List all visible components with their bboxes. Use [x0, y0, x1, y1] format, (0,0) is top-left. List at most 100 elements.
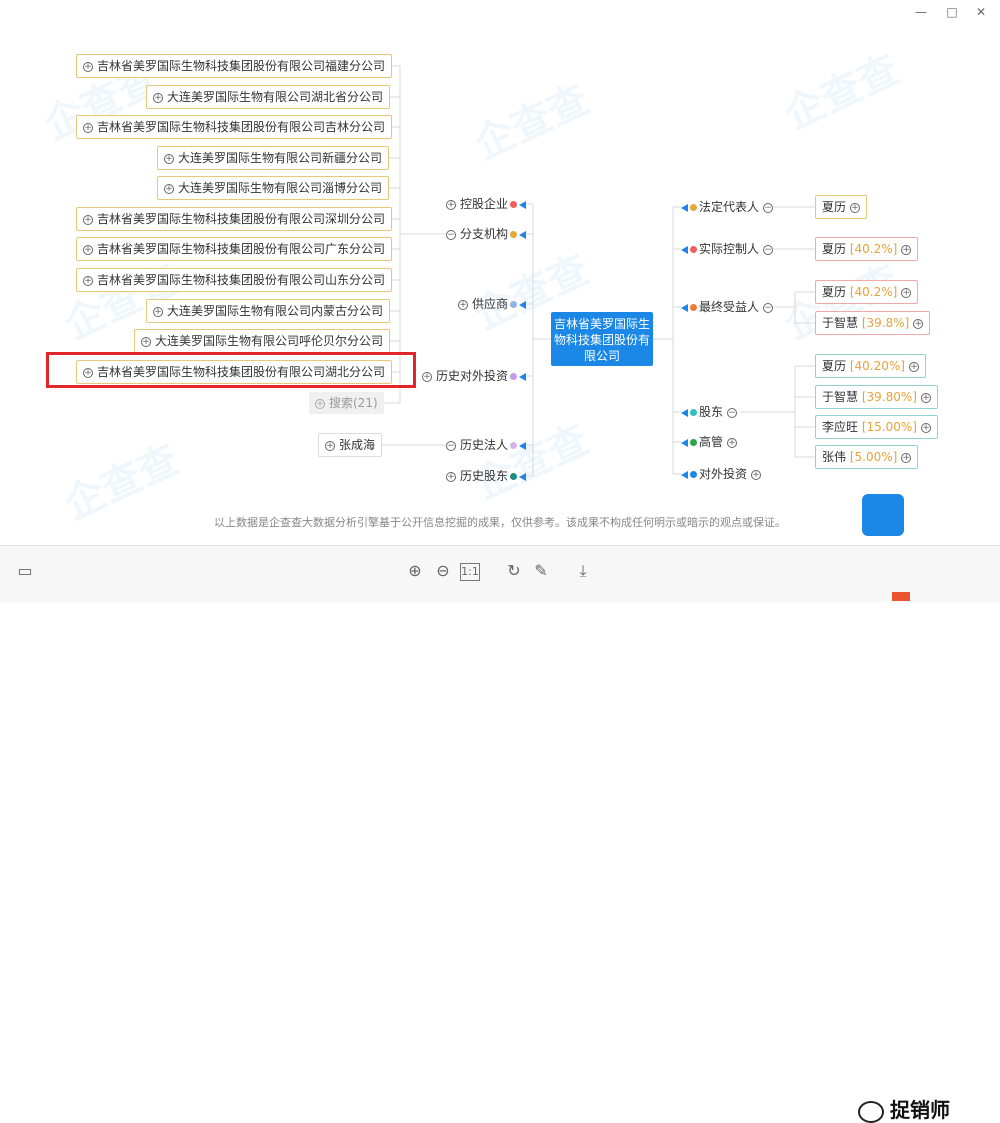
branch-node[interactable]: + 大连美罗国际生物有限公司新疆分公司	[157, 146, 390, 170]
arrow-left-icon	[681, 408, 688, 417]
category-supplier[interactable]: + 供应商	[458, 294, 527, 314]
expand-icon[interactable]: +	[164, 153, 174, 164]
beneficiary-node[interactable]: 夏历 [40.2%] +	[815, 280, 919, 304]
refresh-icon[interactable]: ↻	[503, 560, 525, 582]
panel-toggle-icon[interactable]: ▭	[14, 560, 36, 582]
dot-icon	[690, 471, 697, 478]
category-history-shareholder[interactable]: + 历史股东	[446, 466, 527, 486]
arrow-left-icon	[681, 470, 688, 479]
expand-icon[interactable]: +	[913, 318, 924, 329]
branch-node[interactable]: + 吉林省美罗国际生物科技集团股份有限公司吉林分公司	[76, 115, 393, 139]
arrow-left-icon	[519, 472, 527, 481]
category-executives[interactable]: 高管 +	[681, 432, 738, 452]
collapse-icon[interactable]: −	[763, 202, 774, 213]
expand-icon[interactable]: +	[901, 452, 912, 463]
category-holding[interactable]: + 控股企业	[446, 194, 527, 214]
zoom-in-icon[interactable]: ⊕	[404, 560, 426, 582]
shareholder-node[interactable]: 李应旺 [15.00%] +	[815, 415, 938, 439]
expand-icon[interactable]: +	[422, 371, 432, 382]
branch-node[interactable]: + 大连美罗国际生物有限公司呼伦贝尔分公司	[134, 329, 391, 353]
category-shareholder[interactable]: 股东 −	[681, 402, 738, 422]
dot-icon	[510, 201, 518, 208]
expand-icon[interactable]: +	[920, 392, 931, 403]
dot-icon	[510, 442, 518, 449]
arrow-left-icon	[519, 200, 527, 209]
dot-icon	[690, 304, 697, 311]
dot-icon	[510, 373, 518, 380]
expand-icon[interactable]: +	[901, 287, 912, 298]
expand-icon[interactable]: +	[920, 422, 931, 433]
dot-icon	[690, 409, 697, 416]
collapse-icon[interactable]: −	[727, 407, 738, 418]
expand-icon[interactable]: +	[446, 471, 456, 482]
expand-icon[interactable]: +	[83, 122, 93, 133]
legal-rep-node[interactable]: 夏历 +	[815, 195, 868, 219]
branch-node[interactable]: + 吉林省美罗国际生物科技集团股份有限公司深圳分公司	[76, 207, 393, 231]
category-branch[interactable]: − 分支机构	[446, 224, 527, 244]
wechat-icon	[858, 1100, 884, 1123]
arrow-left-icon	[681, 438, 688, 447]
collapse-icon[interactable]: −	[763, 244, 774, 255]
shareholder-node[interactable]: 夏历 [40.20%] +	[815, 354, 926, 378]
controller-node[interactable]: 夏历 [40.2%] +	[815, 237, 919, 261]
expand-icon[interactable]: +	[153, 92, 163, 103]
category-history-legal[interactable]: − 历史法人	[446, 435, 527, 455]
dot-icon	[510, 301, 518, 308]
expand-icon[interactable]: +	[850, 202, 861, 213]
center-company-node[interactable]: 吉林省美罗国际生物科技集团股份有限公司	[551, 312, 653, 366]
branch-node[interactable]: + 大连美罗国际生物有限公司淄博分公司	[157, 176, 390, 200]
beneficiary-node[interactable]: 于智慧 [39.8%] +	[815, 311, 931, 335]
shareholder-node[interactable]: 张伟 [5.00%] +	[815, 445, 919, 469]
expand-icon[interactable]: +	[446, 199, 456, 210]
dot-icon	[510, 231, 518, 238]
expand-icon[interactable]: +	[83, 244, 93, 255]
bottom-toolbar: ▭ ⊕ ⊖ 1:1 ↻ ✎ ⤓ 捉销师	[0, 545, 1000, 1123]
actual-size-button[interactable]: 1:1	[460, 563, 480, 581]
category-legal-rep[interactable]: 法定代表人 −	[681, 197, 774, 217]
search-more-button[interactable]: + 搜索(21)	[309, 392, 384, 414]
arrow-left-icon	[681, 303, 688, 312]
expand-icon[interactable]: +	[83, 214, 93, 225]
expand-icon[interactable]: +	[153, 306, 163, 317]
shareholder-node[interactable]: 于智慧 [39.80%] +	[815, 385, 938, 409]
arrow-left-icon	[519, 300, 527, 309]
category-controller[interactable]: 实际控制人 −	[681, 239, 774, 259]
branch-node[interactable]: + 大连美罗国际生物有限公司湖北省分公司	[146, 85, 391, 109]
expand-icon[interactable]: +	[727, 437, 738, 448]
branch-node[interactable]: + 大连美罗国际生物有限公司内蒙古分公司	[146, 299, 391, 323]
expand-icon[interactable]: +	[908, 361, 919, 372]
dot-icon	[690, 204, 697, 211]
collapse-icon[interactable]: −	[763, 302, 774, 313]
expand-icon[interactable]: +	[458, 299, 468, 310]
dot-icon	[510, 473, 518, 480]
dot-icon	[690, 246, 697, 253]
arrow-left-icon	[519, 372, 527, 381]
category-investment[interactable]: 对外投资 +	[681, 464, 762, 484]
edit-icon[interactable]: ✎	[530, 560, 552, 582]
brand-logo: 捉销师	[858, 1094, 950, 1123]
branch-node[interactable]: + 吉林省美罗国际生物科技集团股份有限公司福建分公司	[76, 54, 393, 78]
disclaimer-text: 以上数据是企查查大数据分析引擎基于公开信息挖掘的成果，仅供参考。该成果不构成任何…	[214, 516, 786, 529]
expand-icon[interactable]: +	[141, 336, 151, 347]
search-icon: +	[315, 398, 325, 409]
expand-icon[interactable]: +	[901, 244, 912, 255]
branch-node[interactable]: + 吉林省美罗国际生物科技集团股份有限公司广东分公司	[76, 237, 393, 261]
expand-icon[interactable]: +	[751, 469, 762, 480]
history-legal-person-node[interactable]: + 张成海	[318, 433, 383, 457]
expand-icon[interactable]: +	[164, 183, 174, 194]
collapse-icon[interactable]: −	[446, 229, 456, 240]
arrow-left-icon	[681, 203, 688, 212]
category-history-invest[interactable]: + 历史对外投资	[422, 366, 527, 386]
arrow-left-icon	[519, 230, 527, 239]
collapse-icon[interactable]: −	[446, 440, 456, 451]
arrow-left-icon	[519, 441, 527, 450]
expand-icon[interactable]: +	[83, 61, 93, 72]
expand-icon[interactable]: +	[325, 440, 335, 451]
zoom-out-icon[interactable]: ⊖	[432, 560, 454, 582]
floating-action-button[interactable]	[862, 494, 904, 536]
download-icon[interactable]: ⤓	[572, 560, 594, 582]
expand-icon[interactable]: +	[83, 275, 93, 286]
category-beneficiary[interactable]: 最终受益人 −	[681, 297, 774, 317]
branch-node[interactable]: + 吉林省美罗国际生物科技集团股份有限公司山东分公司	[76, 268, 393, 292]
arrow-left-icon	[681, 245, 688, 254]
